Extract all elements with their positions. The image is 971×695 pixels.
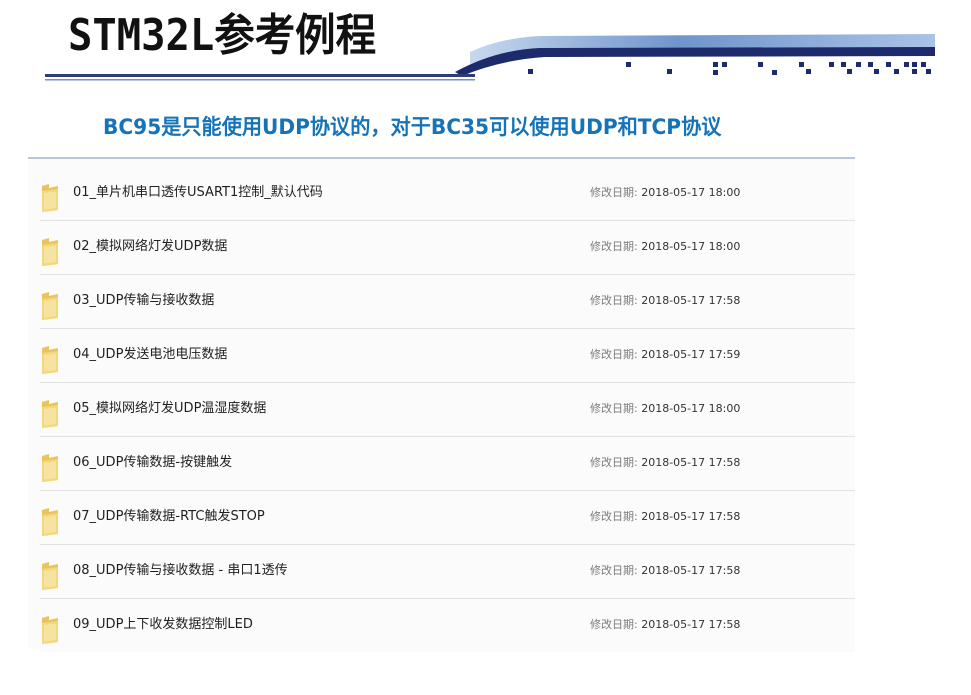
modified-label: 修改日期: xyxy=(590,618,638,631)
modified-date: 2018-05-17 17:58 xyxy=(641,294,741,307)
modified-label: 修改日期: xyxy=(590,510,638,523)
modified-date: 2018-05-17 18:00 xyxy=(641,186,741,199)
folder-icon xyxy=(42,238,58,266)
modified-label: 修改日期: xyxy=(590,186,638,199)
list-item[interactable]: 06_UDP传输数据-按键触发 修改日期: 2018-05-17 17:58 xyxy=(40,437,855,491)
folder-icon xyxy=(42,562,58,590)
file-modified: 修改日期: 2018-05-17 17:59 xyxy=(590,346,740,362)
folder-icon xyxy=(42,400,58,428)
modified-label: 修改日期: xyxy=(590,240,638,253)
list-item[interactable]: 03_UDP传输与接收数据 修改日期: 2018-05-17 17:58 xyxy=(40,275,855,329)
folder-icon xyxy=(42,184,58,212)
folder-icon xyxy=(42,454,58,482)
list-item[interactable]: 05_模拟网络灯发UDP温湿度数据 修改日期: 2018-05-17 18:00 xyxy=(40,383,855,437)
file-name: 07_UDP传输数据-RTC触发STOP xyxy=(73,509,265,524)
folder-icon xyxy=(42,508,58,536)
list-item[interactable]: 09_UDP上下收发数据控制LED 修改日期: 2018-05-17 17:58 xyxy=(40,599,855,652)
file-modified: 修改日期: 2018-05-17 17:58 xyxy=(590,562,740,578)
slide-subtitle: BC95是只能使用UDP协议的，对于BC35可以使用UDP和TCP协议 xyxy=(103,115,722,139)
list-item[interactable]: 07_UDP传输数据-RTC触发STOP 修改日期: 2018-05-17 17… xyxy=(40,491,855,545)
file-modified: 修改日期: 2018-05-17 18:00 xyxy=(590,184,740,200)
modified-date: 2018-05-17 17:58 xyxy=(641,456,741,469)
modified-date: 2018-05-17 17:58 xyxy=(641,618,741,631)
file-name: 06_UDP传输数据-按键触发 xyxy=(73,455,233,470)
file-modified: 修改日期: 2018-05-17 17:58 xyxy=(590,616,740,632)
modified-date: 2018-05-17 18:00 xyxy=(641,240,741,253)
list-item[interactable]: 04_UDP发送电池电压数据 修改日期: 2018-05-17 17:59 xyxy=(40,329,855,383)
folder-icon xyxy=(42,292,58,320)
file-modified: 修改日期: 2018-05-17 17:58 xyxy=(590,292,740,308)
slide-title: STM32L参考例程 xyxy=(68,10,377,61)
modified-date: 2018-05-17 17:58 xyxy=(641,510,741,523)
modified-date: 2018-05-17 17:59 xyxy=(641,348,741,361)
modified-date: 2018-05-17 18:00 xyxy=(641,402,741,415)
modified-label: 修改日期: xyxy=(590,348,638,361)
file-modified: 修改日期: 2018-05-17 18:00 xyxy=(590,400,740,416)
header-banner: STM32L参考例程 xyxy=(0,0,971,90)
modified-label: 修改日期: xyxy=(590,564,638,577)
file-list: 01_单片机串口透传USART1控制_默认代码 修改日期: 2018-05-17… xyxy=(28,157,855,652)
file-name: 04_UDP发送电池电压数据 xyxy=(73,347,228,362)
list-item[interactable]: 01_单片机串口透传USART1控制_默认代码 修改日期: 2018-05-17… xyxy=(40,167,855,221)
modified-label: 修改日期: xyxy=(590,402,638,415)
modified-label: 修改日期: xyxy=(590,294,638,307)
folder-icon xyxy=(42,616,58,644)
list-item[interactable]: 02_模拟网络灯发UDP数据 修改日期: 2018-05-17 18:00 xyxy=(40,221,855,275)
file-modified: 修改日期: 2018-05-17 17:58 xyxy=(590,508,740,524)
modified-date: 2018-05-17 17:58 xyxy=(641,564,741,577)
file-name: 09_UDP上下收发数据控制LED xyxy=(73,617,253,632)
file-name: 02_模拟网络灯发UDP数据 xyxy=(73,239,228,254)
modified-label: 修改日期: xyxy=(590,456,638,469)
file-modified: 修改日期: 2018-05-17 18:00 xyxy=(590,238,740,254)
file-name: 01_单片机串口透传USART1控制_默认代码 xyxy=(73,185,323,200)
list-item[interactable]: 08_UDP传输与接收数据 - 串口1透传 修改日期: 2018-05-17 1… xyxy=(40,545,855,599)
file-name: 08_UDP传输与接收数据 - 串口1透传 xyxy=(73,563,288,578)
file-name: 03_UDP传输与接收数据 xyxy=(73,293,215,308)
file-name: 05_模拟网络灯发UDP温湿度数据 xyxy=(73,401,267,416)
file-modified: 修改日期: 2018-05-17 17:58 xyxy=(590,454,740,470)
folder-icon xyxy=(42,346,58,374)
